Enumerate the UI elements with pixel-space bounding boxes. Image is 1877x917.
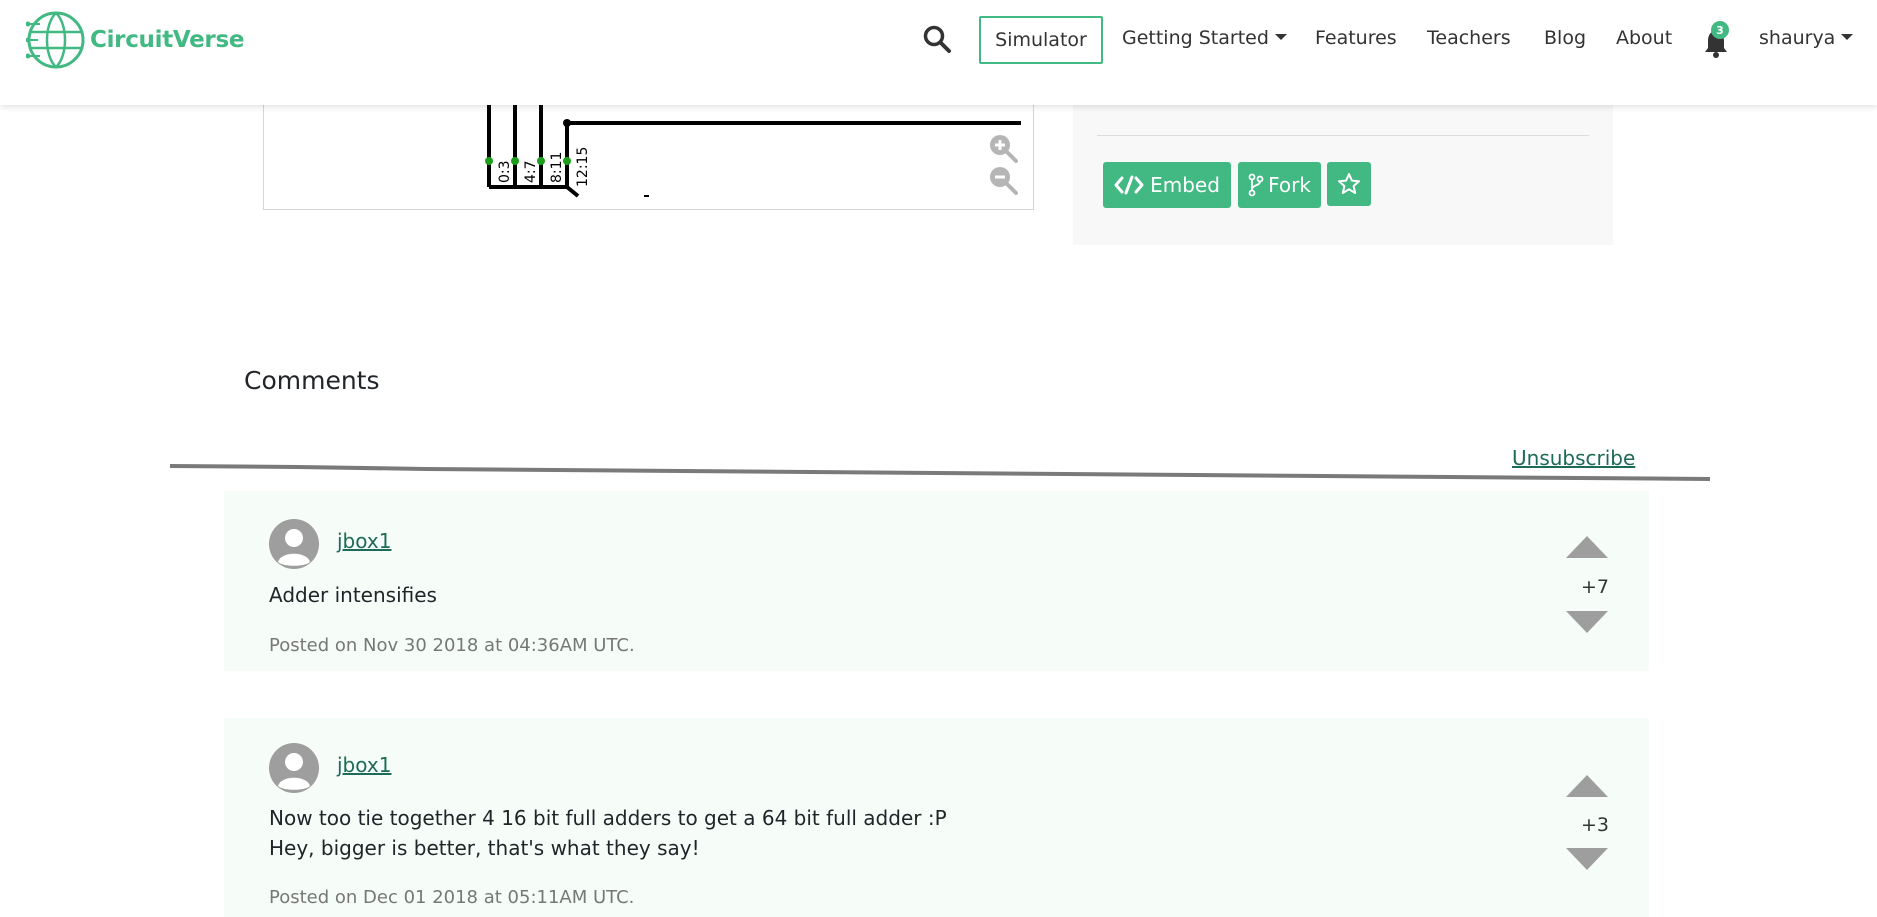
upvote-icon[interactable] — [1566, 536, 1608, 558]
code-icon — [1114, 175, 1144, 195]
nav-features-link[interactable]: Features — [1315, 27, 1397, 49]
upvote-icon[interactable] — [1566, 775, 1608, 797]
nav-getting-started-label: Getting Started — [1122, 27, 1269, 49]
splitter-label-0: 0:3 — [497, 160, 513, 183]
circuit-node — [485, 157, 493, 165]
notification-badge: 3 — [1711, 21, 1729, 39]
comment-author-link[interactable]: jbox1 — [337, 529, 391, 553]
fork-button[interactable]: Fork — [1238, 162, 1321, 208]
comment-body: Adder intensifies — [269, 580, 437, 610]
comments-heading: Comments — [244, 366, 380, 395]
circuitverse-logo-icon — [26, 11, 85, 69]
circuit-node — [563, 119, 571, 127]
splitter-label-2: 8:11 — [549, 152, 565, 183]
vote-count: +3 — [1581, 814, 1610, 836]
search-icon[interactable] — [922, 24, 952, 54]
downvote-icon[interactable] — [1566, 848, 1608, 870]
nav-about-link[interactable]: About — [1616, 27, 1672, 49]
nav-blog-link[interactable]: Blog — [1544, 27, 1586, 49]
nav-teachers-link[interactable]: Teachers — [1427, 27, 1511, 49]
embed-label: Embed — [1150, 173, 1220, 197]
nav-getting-started-dropdown[interactable]: Getting Started — [1122, 27, 1287, 49]
embed-button[interactable]: Embed — [1103, 162, 1231, 208]
fork-icon — [1248, 173, 1264, 197]
comment-card: jbox1 Now too tie together 4 16 bit full… — [224, 718, 1649, 917]
comment-body: Now too tie together 4 16 bit full adder… — [269, 803, 947, 863]
comment-line: Adder intensifies — [269, 583, 437, 607]
star-button[interactable] — [1327, 162, 1371, 206]
user-menu-dropdown[interactable]: shaurya — [1759, 27, 1854, 49]
splitter-label-3: 12:15 — [575, 147, 591, 187]
brand-link[interactable]: CircuitVerse — [26, 10, 244, 70]
zoom-out-icon[interactable] — [988, 165, 1018, 195]
comment-timestamp: Posted on Dec 01 2018 at 05:11AM UTC. — [269, 887, 635, 908]
fork-label: Fork — [1268, 173, 1311, 197]
comment-card: jbox1 Adder intensifies Posted on Nov 30… — [224, 491, 1649, 671]
top-navbar: CircuitVerse Simulator Getting Started F… — [0, 0, 1877, 105]
avatar-icon — [269, 743, 319, 793]
comment-timestamp: Posted on Nov 30 2018 at 04:36AM UTC. — [269, 635, 635, 656]
caret-down-icon — [1841, 33, 1854, 40]
circuit-wire — [565, 185, 580, 198]
zoom-in-icon[interactable] — [988, 133, 1018, 163]
divider — [1097, 135, 1589, 136]
brand-name: CircuitVerse — [90, 27, 245, 53]
comments-divider — [170, 464, 1710, 481]
comment-line: Now too tie together 4 16 bit full adder… — [269, 806, 947, 830]
user-name: shaurya — [1759, 27, 1836, 49]
caret-down-icon — [1274, 33, 1287, 40]
splitter-label-1: 4:7 — [523, 160, 539, 183]
comment-author-link[interactable]: jbox1 — [337, 753, 391, 777]
downvote-icon[interactable] — [1566, 611, 1608, 633]
avatar-icon — [269, 519, 319, 569]
nav-simulator-button[interactable]: Simulator — [979, 16, 1103, 64]
vote-count: +7 — [1581, 576, 1610, 598]
comment-line: Hey, bigger is better, that's what they … — [269, 836, 700, 860]
star-icon — [1338, 173, 1360, 194]
